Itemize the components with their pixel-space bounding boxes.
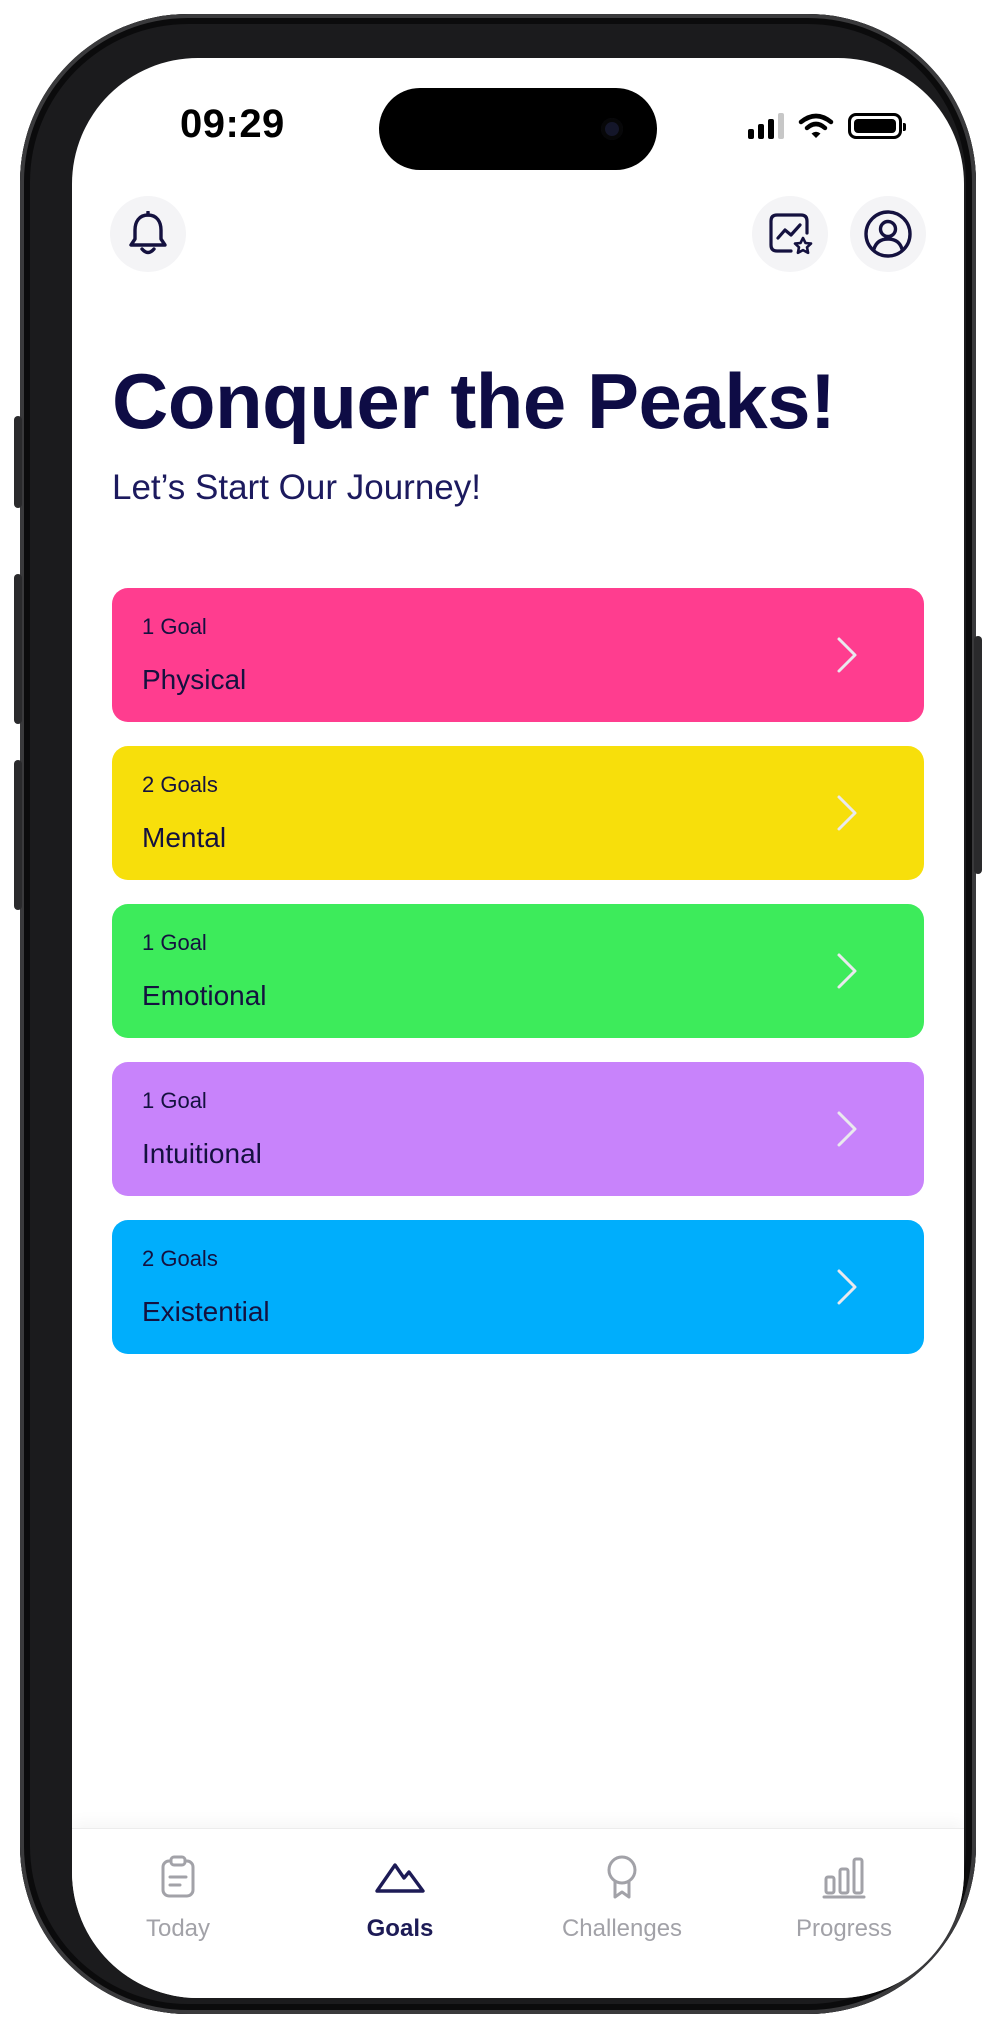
volume-down-button bbox=[14, 760, 22, 910]
chevron-right-icon bbox=[837, 637, 857, 673]
chevron-right-icon bbox=[837, 795, 857, 831]
tab-challenges[interactable]: Challenges bbox=[522, 1847, 722, 1943]
goal-name: Intuitional bbox=[142, 1138, 262, 1169]
notifications-button[interactable] bbox=[110, 196, 186, 272]
tab-today[interactable]: Today bbox=[78, 1847, 278, 1943]
tab-label: Challenges bbox=[561, 1915, 683, 1942]
chevron-right-icon bbox=[837, 1111, 857, 1147]
phone-frame: 09:29 Conquer the Peaks! Let’s Start Our… bbox=[14, 14, 982, 2014]
goal-count: 1 Goal bbox=[142, 614, 207, 639]
volume-up-button bbox=[14, 574, 22, 724]
goal-count: 1 Goal bbox=[142, 930, 207, 955]
battery-icon bbox=[848, 113, 906, 139]
goal-count: 2 Goals bbox=[142, 1246, 218, 1271]
wifi-icon bbox=[798, 113, 834, 138]
goal-name: Existential bbox=[142, 1296, 270, 1327]
goal-card-emotional[interactable]: 1 Goal Emotional bbox=[112, 904, 924, 1038]
goal-name: Mental bbox=[142, 822, 227, 853]
bar-chart-icon bbox=[822, 1857, 866, 1899]
goal-count: 1 Goal bbox=[142, 1088, 207, 1113]
goal-category-list: 1 Goal Physical 2 Goals Mental 1 Goal Em… bbox=[112, 588, 924, 1378]
goal-count: 2 Goals bbox=[142, 772, 218, 797]
goal-card-intuitional[interactable]: 1 Goal Intuitional bbox=[112, 1062, 924, 1196]
user-circle-icon bbox=[864, 210, 912, 258]
chevron-right-icon bbox=[837, 953, 857, 989]
tab-label: Progress bbox=[795, 1915, 893, 1942]
status-icons bbox=[748, 112, 906, 140]
page-subtitle: Let’s Start Our Journey! bbox=[112, 468, 481, 507]
power-button bbox=[974, 636, 982, 874]
goal-card-physical[interactable]: 1 Goal Physical bbox=[112, 588, 924, 722]
insights-button[interactable] bbox=[752, 196, 828, 272]
status-time: 09:29 bbox=[180, 102, 285, 146]
goal-card-existential[interactable]: 2 Goals Existential bbox=[112, 1220, 924, 1354]
cellular-signal-icon bbox=[748, 113, 784, 139]
dynamic-island bbox=[379, 88, 657, 170]
tab-label: Goals bbox=[366, 1915, 434, 1942]
bell-icon bbox=[129, 211, 167, 255]
tab-label: Today bbox=[145, 1915, 211, 1942]
goal-name: Emotional bbox=[142, 980, 267, 1011]
chart-star-icon bbox=[769, 213, 813, 255]
mountain-icon bbox=[375, 1863, 425, 1893]
bottom-tab-bar: Today Goals Challenges Progress bbox=[72, 1828, 964, 1998]
app-screen: 09:29 Conquer the Peaks! Let’s Start Our… bbox=[72, 58, 964, 1998]
clipboard-icon bbox=[161, 1855, 195, 1898]
tab-progress[interactable]: Progress bbox=[744, 1847, 944, 1943]
chevron-right-icon bbox=[837, 1269, 857, 1305]
tab-goals[interactable]: Goals bbox=[300, 1847, 500, 1943]
page-title: Conquer the Peaks! bbox=[112, 357, 836, 445]
profile-button[interactable] bbox=[850, 196, 926, 272]
goal-name: Physical bbox=[142, 664, 247, 695]
goal-card-mental[interactable]: 2 Goals Mental bbox=[112, 746, 924, 880]
camera-icon bbox=[601, 118, 623, 140]
action-button bbox=[14, 416, 22, 508]
award-icon bbox=[607, 1855, 637, 1899]
